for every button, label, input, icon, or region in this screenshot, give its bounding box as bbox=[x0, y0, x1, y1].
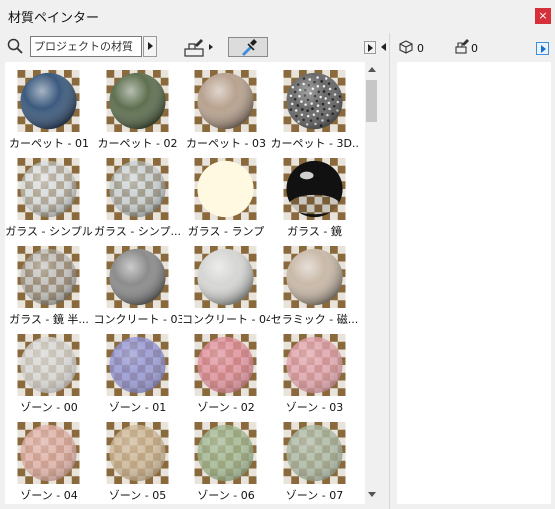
material-label: コンクリート - 04 bbox=[182, 313, 270, 326]
material-swatch bbox=[283, 70, 345, 132]
eyedropper-icon bbox=[242, 39, 257, 56]
material-item[interactable]: ゾーン - 07 bbox=[271, 418, 359, 504]
material-label: ゾーン - 01 bbox=[108, 401, 167, 414]
scrollbar[interactable] bbox=[365, 62, 377, 504]
scroll-up-arrow[interactable] bbox=[368, 67, 376, 72]
material-swatch bbox=[283, 422, 345, 484]
scroll-thumb[interactable] bbox=[366, 80, 377, 122]
panel-expand-button[interactable] bbox=[364, 41, 376, 54]
material-item[interactable]: セラミック - 磁... bbox=[271, 242, 359, 330]
paint-mode-dropdown-arrow[interactable] bbox=[209, 44, 213, 50]
material-swatch bbox=[17, 334, 80, 396]
material-swatch bbox=[283, 334, 345, 396]
material-label: ガラス - 鏡 bbox=[287, 225, 342, 238]
material-item[interactable]: ゾーン - 02 bbox=[182, 330, 270, 418]
material-swatch bbox=[194, 70, 257, 132]
window-title: 材質ペインター bbox=[8, 11, 100, 26]
material-label: ゾーン - 07 bbox=[285, 489, 344, 502]
material-label: ゾーン - 04 bbox=[20, 489, 78, 502]
painted-surfaces-icon bbox=[455, 39, 469, 54]
material-label: ゾーン - 03 bbox=[285, 401, 344, 414]
material-item[interactable]: コンクリート - 04 bbox=[182, 242, 270, 330]
material-label: ガラス - ランプ bbox=[187, 225, 265, 238]
material-swatch bbox=[106, 422, 168, 484]
material-label: カーペット - 03 bbox=[186, 137, 266, 150]
material-label: カーペット - 3D... bbox=[270, 137, 359, 150]
scroll-down-arrow[interactable] bbox=[368, 492, 376, 497]
material-label: ゾーン - 06 bbox=[197, 489, 255, 502]
material-swatch bbox=[17, 158, 80, 220]
material-label: ゾーン - 00 bbox=[20, 401, 78, 414]
object-cube-icon bbox=[399, 40, 413, 54]
material-swatch bbox=[106, 158, 168, 220]
material-item[interactable]: ゾーン - 01 bbox=[94, 330, 182, 418]
material-swatch bbox=[194, 334, 257, 396]
material-item[interactable]: ゾーン - 06 bbox=[182, 418, 270, 504]
material-swatch bbox=[106, 246, 168, 308]
material-detail-panel bbox=[397, 62, 551, 504]
material-item[interactable]: ゾーン - 00 bbox=[5, 330, 93, 418]
material-label: ガラス - 鏡 半... bbox=[9, 313, 89, 326]
material-item[interactable]: ガラス - シンプル bbox=[5, 154, 93, 242]
material-swatch bbox=[283, 246, 345, 308]
material-item[interactable]: カーペット - 3D... bbox=[271, 66, 359, 154]
material-label: カーペット - 02 bbox=[97, 137, 178, 150]
material-item[interactable]: カーペット - 02 bbox=[94, 66, 182, 154]
material-item[interactable]: ガラス - 鏡 bbox=[271, 154, 359, 242]
detail-expand-button[interactable] bbox=[536, 42, 549, 55]
material-swatch bbox=[194, 158, 257, 220]
object-count: 0 bbox=[417, 42, 424, 55]
material-item[interactable]: ガラス - シンプ... bbox=[94, 154, 182, 242]
material-swatch bbox=[194, 422, 257, 484]
material-item[interactable]: ガラス - ランプ bbox=[182, 154, 270, 242]
material-label: カーペット - 01 bbox=[9, 137, 89, 150]
close-button[interactable]: × bbox=[535, 8, 551, 24]
material-swatch bbox=[283, 158, 345, 220]
material-item[interactable]: コンクリート - 03 bbox=[94, 242, 182, 330]
material-item[interactable]: ゾーン - 04 bbox=[5, 418, 93, 504]
material-label: コンクリート - 03 bbox=[93, 313, 182, 326]
material-swatch bbox=[106, 334, 168, 396]
search-input[interactable] bbox=[30, 36, 142, 57]
material-swatch bbox=[17, 70, 80, 132]
material-swatch bbox=[17, 246, 80, 308]
material-item[interactable]: カーペット - 01 bbox=[5, 66, 93, 154]
material-swatch bbox=[106, 70, 168, 132]
material-label: ゾーン - 02 bbox=[197, 401, 255, 414]
material-swatch bbox=[194, 246, 257, 308]
title-bar: 材質ペインター × bbox=[0, 0, 555, 32]
material-label: ゾーン - 05 bbox=[108, 489, 167, 502]
panel-separator bbox=[389, 33, 390, 509]
material-label: セラミック - 磁... bbox=[270, 313, 359, 326]
material-swatch bbox=[17, 422, 80, 484]
eyedropper-button[interactable] bbox=[228, 37, 268, 57]
search-icon bbox=[7, 38, 23, 54]
material-item[interactable]: ゾーン - 03 bbox=[271, 330, 359, 418]
panel-collapse-arrow[interactable] bbox=[381, 43, 386, 51]
search-filter-menu-button[interactable] bbox=[143, 36, 157, 57]
material-item[interactable]: ガラス - 鏡 半... bbox=[5, 242, 93, 330]
material-label: ガラス - シンプ... bbox=[94, 225, 181, 238]
material-item[interactable]: ゾーン - 05 bbox=[94, 418, 182, 504]
painted-count: 0 bbox=[471, 42, 478, 55]
material-label: ガラス - シンプル bbox=[5, 225, 93, 238]
material-list[interactable]: カーペット - 01 カーペット - 02 カーペット - 03 カーペット -… bbox=[5, 62, 377, 504]
material-item[interactable]: カーペット - 03 bbox=[182, 66, 270, 154]
